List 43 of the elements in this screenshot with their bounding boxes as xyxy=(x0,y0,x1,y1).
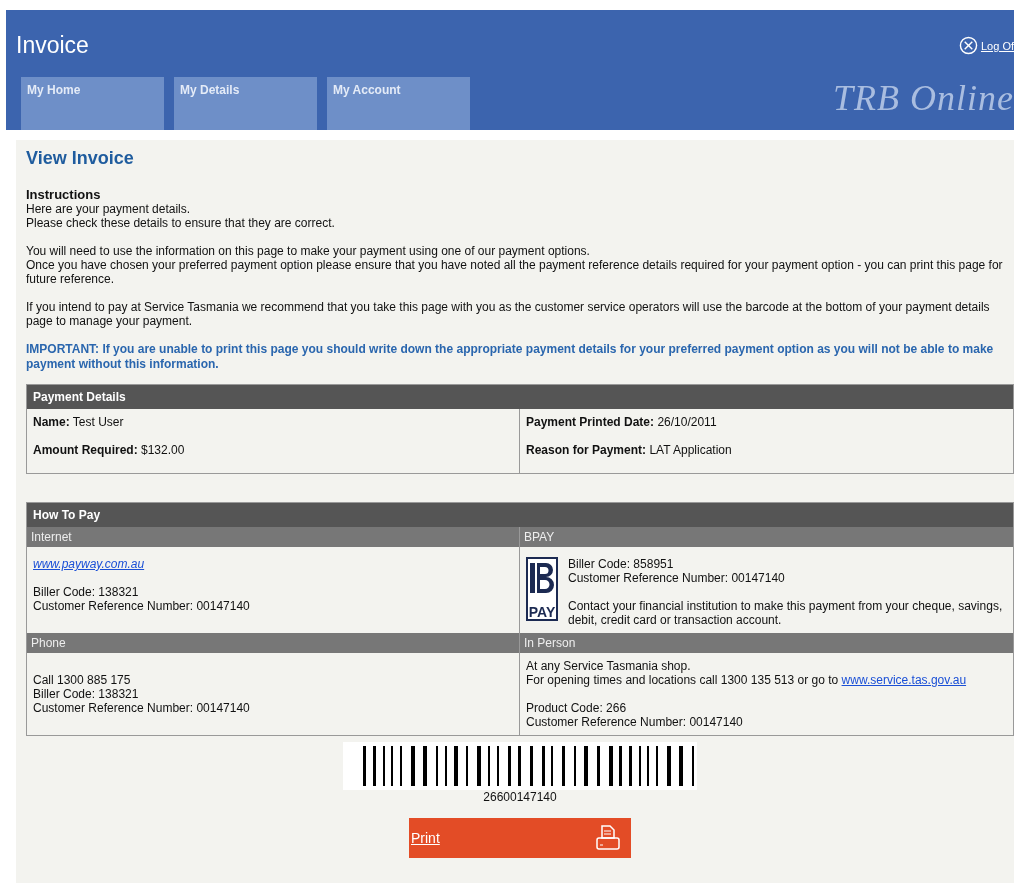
bpay-note: Contact your financial institution to make this payment from your cheque, savings, debit, credit card or transaction account. xyxy=(568,599,1004,627)
nav-tab[interactable]: My Account xyxy=(327,77,470,130)
section-heading: Phone xyxy=(27,633,520,653)
payment-info: For opening times and locations call 1300 135 513 or go to www.service.tas.gov.au xyxy=(526,673,968,687)
payway-link[interactable]: www.payway.com.au xyxy=(33,557,145,571)
important-notice: IMPORTANT: If you are unable to print this page you should write down the appropriate payment details for your preferred payment option as you will not be able to make payment without this information. xyxy=(26,342,995,372)
payment-info: At any Service Tasmania shop. xyxy=(526,659,692,673)
payment-info: Customer Reference Number: 00147140 xyxy=(568,571,786,585)
section-heading: In Person xyxy=(520,633,1013,653)
detail-field: Reason for Payment: LAT Application xyxy=(526,443,1007,457)
close-icon xyxy=(958,36,978,55)
table-header: How To Pay xyxy=(27,503,1013,527)
nav-tab[interactable]: My Home xyxy=(21,77,164,130)
page-title: Invoice xyxy=(16,32,89,59)
instruction-text: Here are your payment details. xyxy=(26,202,192,216)
payment-info: Customer Reference Number: 00147140 xyxy=(526,715,744,729)
instructions-title: Instructions xyxy=(26,187,102,202)
table-header: Payment Details xyxy=(27,385,1013,409)
page-heading: View Invoice xyxy=(26,148,135,169)
bpay-logo: PAY xyxy=(526,557,558,621)
logout-link[interactable]: Log Of xyxy=(958,36,1014,55)
payment-info: Customer Reference Number: 00147140 xyxy=(33,599,251,613)
section-heading: Internet xyxy=(27,527,520,547)
payment-info: Biller Code: 138321 xyxy=(33,585,140,599)
section-heading: BPAY xyxy=(520,527,1013,547)
detail-field: Amount Required: $132.00 xyxy=(33,443,513,457)
instruction-text: Please check these details to ensure that they are correct. xyxy=(26,216,336,230)
print-button[interactable]: Print xyxy=(409,818,631,858)
printer-icon xyxy=(595,824,621,852)
payment-info: Product Code: 266 xyxy=(526,701,628,715)
payment-info: Customer Reference Number: 00147140 xyxy=(33,701,251,715)
service-tas-link[interactable]: www.service.tas.gov.au xyxy=(841,673,967,687)
payment-info: Biller Code: 138321 xyxy=(33,687,140,701)
detail-field: Payment Printed Date: 26/10/2011 xyxy=(526,415,1007,429)
nav-tab[interactable]: My Details xyxy=(174,77,317,130)
payment-info: Biller Code: 858951 xyxy=(568,557,675,571)
payment-info: Call 1300 885 175 xyxy=(33,673,132,687)
detail-field: Name: Test User xyxy=(33,415,513,429)
instruction-text: You will need to use the information on this page to make your payment using one of our payment options. xyxy=(26,244,591,258)
barcode-number: 26600147140 xyxy=(483,790,557,804)
instruction-text: Once you have chosen your preferred payment option please ensure that you have noted all the payment reference details required for your payment option - you can print this page for future reference. xyxy=(26,258,1004,286)
brand-logo: TRB Online xyxy=(833,77,1014,119)
instruction-text: If you intend to pay at Service Tasmania we recommend that you take this page with you as the customer service operators will use the barcode at the bottom of your payment details page to manage your payment. xyxy=(26,300,991,328)
